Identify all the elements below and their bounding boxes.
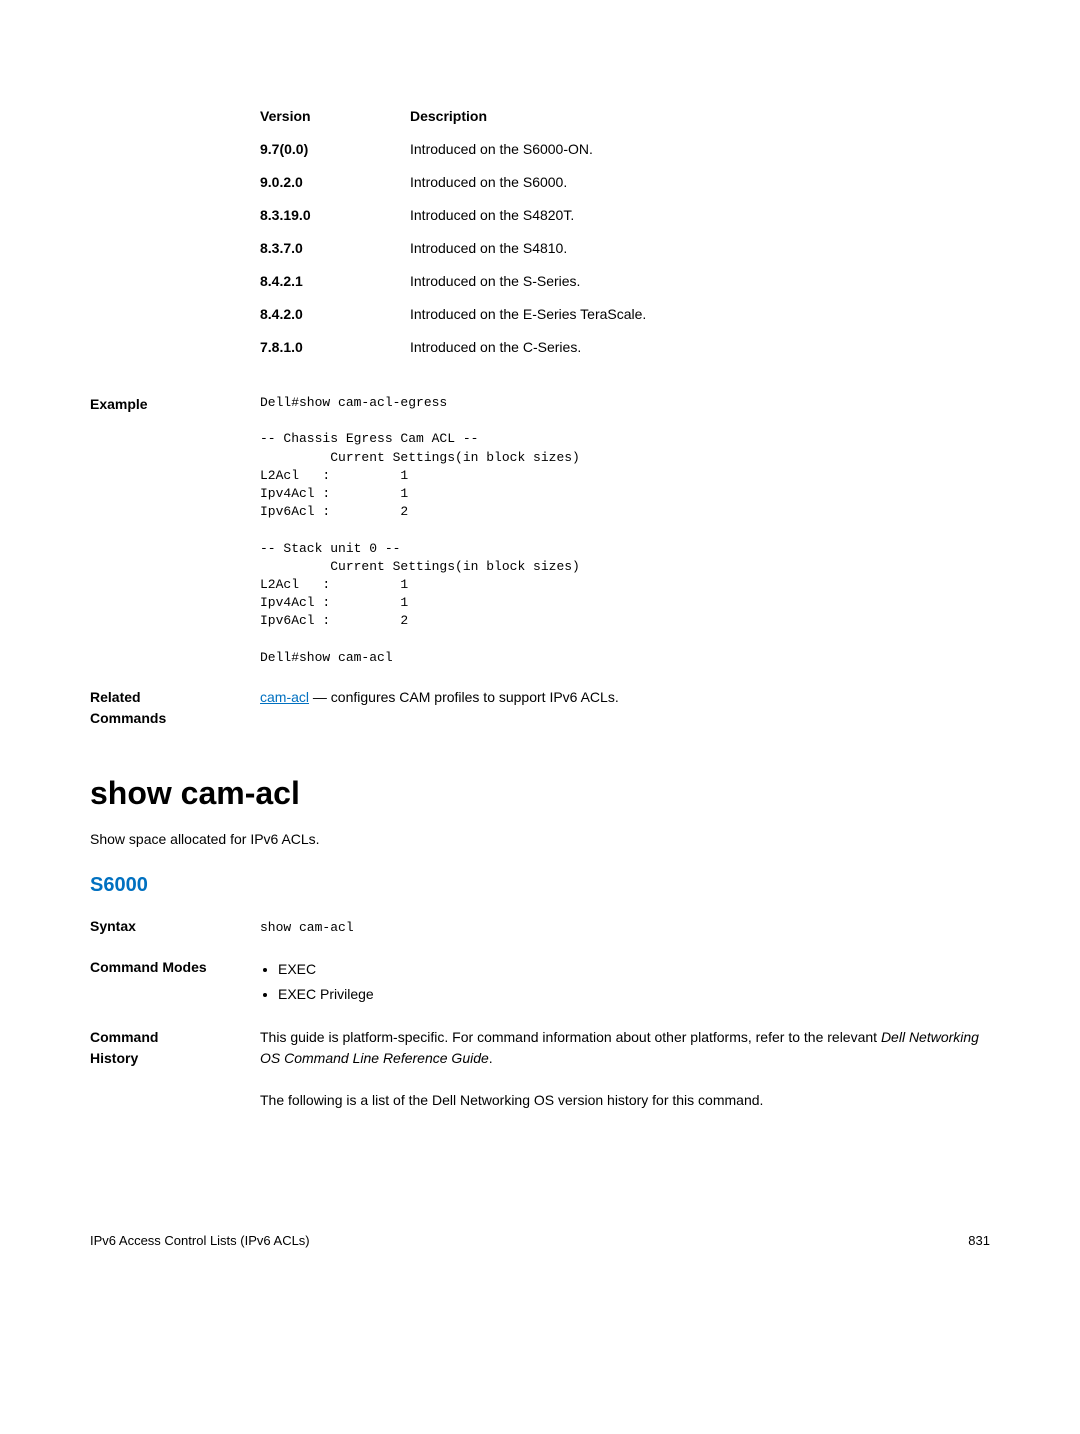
table-row: 9.0.2.0 Introduced on the S6000. xyxy=(260,166,990,199)
version-description: Introduced on the S-Series. xyxy=(410,271,990,292)
version-description: Introduced on the C-Series. xyxy=(410,337,990,358)
example-section: Example Dell#show cam-acl-egress -- Chas… xyxy=(90,394,990,667)
table-row: 8.3.19.0 Introduced on the S4820T. xyxy=(260,199,990,232)
command-modes-list: EXEC EXEC Privilege xyxy=(278,957,990,1007)
page-subtitle: Show space allocated for IPv6 ACLs. xyxy=(90,829,990,850)
version-value: 8.3.7.0 xyxy=(260,238,410,259)
command-history-p1: This guide is platform-specific. For com… xyxy=(260,1027,990,1069)
version-description: Introduced on the S4810. xyxy=(410,238,990,259)
table-header-row: Version Description xyxy=(260,100,990,133)
version-description: Introduced on the S6000. xyxy=(410,172,990,193)
column-header-version: Version xyxy=(260,106,410,127)
table-row: 7.8.1.0 Introduced on the C-Series. xyxy=(260,331,990,364)
column-header-description: Description xyxy=(410,106,990,127)
version-history-table: Version Description 9.7(0.0) Introduced … xyxy=(260,100,990,364)
page-footer: IPv6 Access Control Lists (IPv6 ACLs) 83… xyxy=(90,1231,990,1251)
command-modes-section: Command Modes EXEC EXEC Privilege xyxy=(90,957,990,1007)
command-history-p1-suffix: . xyxy=(489,1050,493,1066)
syntax-section: Syntax show cam-acl xyxy=(90,916,990,938)
table-row: 9.7(0.0) Introduced on the S6000-ON. xyxy=(260,133,990,166)
version-value: 8.4.2.1 xyxy=(260,271,410,292)
table-row: 8.4.2.0 Introduced on the E-Series TeraS… xyxy=(260,298,990,331)
version-description: Introduced on the E-Series TeraScale. xyxy=(410,304,990,325)
table-row: 8.3.7.0 Introduced on the S4810. xyxy=(260,232,990,265)
list-item: EXEC xyxy=(278,957,990,982)
version-value: 7.8.1.0 xyxy=(260,337,410,358)
syntax-value: show cam-acl xyxy=(260,920,354,935)
command-history-p2: The following is a list of the Dell Netw… xyxy=(260,1090,990,1111)
version-description: Introduced on the S6000-ON. xyxy=(410,139,990,160)
related-commands-section: Related Commands cam-acl — configures CA… xyxy=(90,687,990,729)
command-history-section: Command History This guide is platform-s… xyxy=(90,1027,990,1111)
version-value: 8.3.19.0 xyxy=(260,205,410,226)
related-suffix: — configures CAM profiles to support IPv… xyxy=(309,689,619,705)
page-title: show cam-acl xyxy=(90,769,990,817)
command-history-p1-prefix: This guide is platform-specific. For com… xyxy=(260,1029,881,1045)
syntax-label: Syntax xyxy=(90,916,210,938)
list-item: EXEC Privilege xyxy=(278,982,990,1007)
footer-page-number: 831 xyxy=(968,1231,990,1251)
version-value: 9.7(0.0) xyxy=(260,139,410,160)
table-row: 8.4.2.1 Introduced on the S-Series. xyxy=(260,265,990,298)
footer-left: IPv6 Access Control Lists (IPv6 ACLs) xyxy=(90,1231,310,1251)
cam-acl-link[interactable]: cam-acl xyxy=(260,689,309,705)
command-history-label: Command History xyxy=(90,1027,210,1111)
platform-label: S6000 xyxy=(90,870,990,900)
example-code: Dell#show cam-acl-egress -- Chassis Egre… xyxy=(260,394,990,667)
command-modes-label: Command Modes xyxy=(90,957,210,1007)
version-value: 8.4.2.0 xyxy=(260,304,410,325)
version-description: Introduced on the S4820T. xyxy=(410,205,990,226)
version-value: 9.0.2.0 xyxy=(260,172,410,193)
related-commands-label: Related Commands xyxy=(90,687,210,729)
example-label: Example xyxy=(90,394,210,667)
